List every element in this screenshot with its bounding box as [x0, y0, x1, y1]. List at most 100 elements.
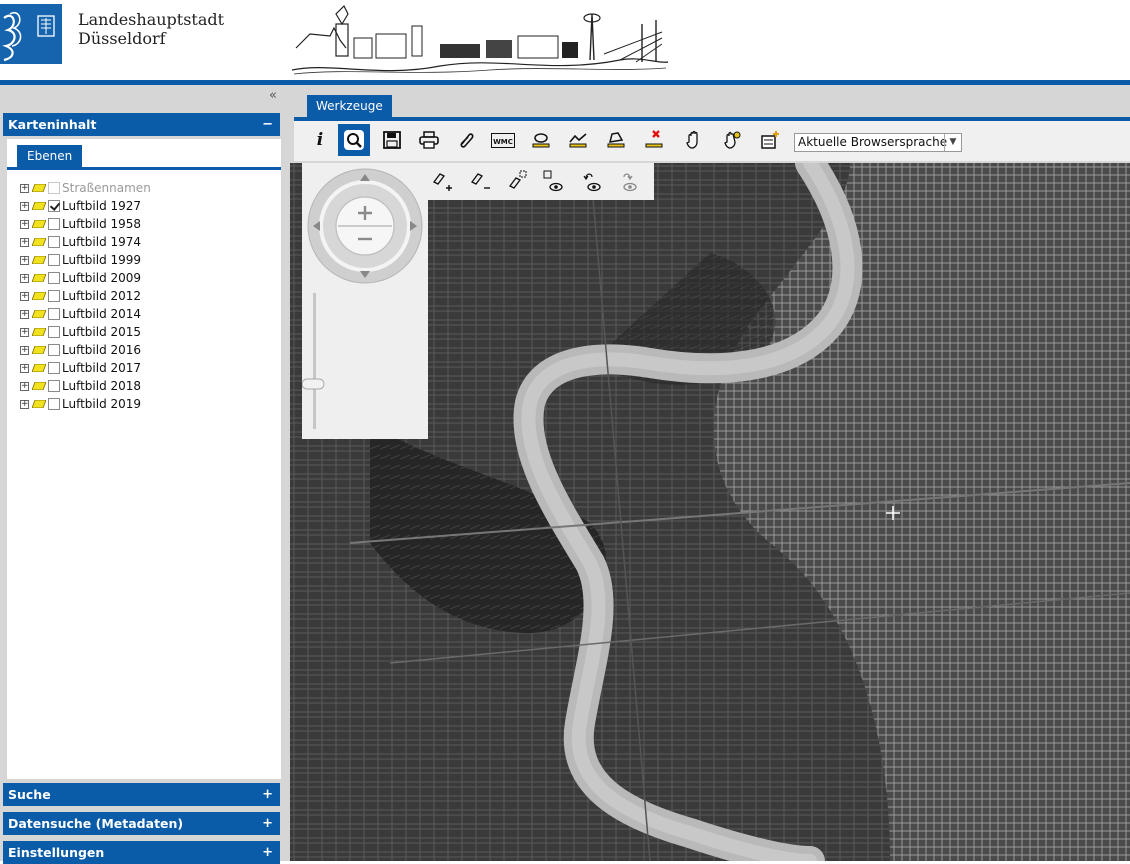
layer-label: Luftbild 2017 — [62, 361, 142, 375]
save-button[interactable] — [376, 124, 408, 156]
layer-label: Luftbild 1999 — [62, 253, 142, 267]
clear-measure-button[interactable] — [638, 124, 670, 156]
layer-checkbox[interactable] — [48, 218, 60, 230]
wmc-button[interactable]: WMC — [487, 124, 519, 156]
panel-title-datensuche: Datensuche (Metadaten) — [8, 816, 184, 831]
layer-row[interactable]: + Straßennamen — [20, 179, 151, 197]
layer-row[interactable]: + Luftbild 2015 — [20, 323, 151, 341]
expand-plus-icon[interactable]: + — [20, 345, 29, 355]
expand-plus-icon[interactable]: + — [20, 291, 29, 301]
measure-line-button[interactable] — [562, 124, 594, 156]
zoom-tool-button[interactable] — [338, 124, 370, 156]
layer-checkbox[interactable] — [48, 344, 60, 356]
panel-header-karteninhalt[interactable]: Karteninhalt − — [3, 113, 280, 136]
pan-tool-button[interactable] — [678, 124, 710, 156]
zoom-slider-handle[interactable] — [301, 378, 325, 390]
move-vertex-icon[interactable] — [504, 168, 532, 196]
layer-row[interactable]: + Luftbild 2018 — [20, 377, 151, 395]
hand-icon — [686, 130, 698, 149]
layer-label: Luftbild 2015 — [62, 325, 142, 339]
wmc-label: WMC — [493, 137, 513, 146]
layer-icon — [32, 400, 46, 408]
layer-checkbox[interactable] — [48, 254, 60, 266]
layer-row[interactable]: + Luftbild 1974 — [20, 233, 151, 251]
expand-plus-icon[interactable]: + — [262, 783, 273, 806]
tab-underline — [7, 167, 281, 170]
expand-plus-icon[interactable]: + — [20, 237, 29, 247]
expand-plus-icon[interactable]: + — [20, 327, 29, 337]
undo-eye-icon[interactable] — [578, 168, 606, 196]
layer-icon — [32, 382, 46, 390]
layer-row[interactable]: + Luftbild 1958 — [20, 215, 151, 233]
measure-polygon-button[interactable] — [600, 124, 632, 156]
tab-ebenen[interactable]: Ebenen — [17, 145, 83, 167]
link-button[interactable] — [450, 124, 482, 156]
layer-label: Luftbild 1927 — [62, 199, 142, 213]
panel-title-einstellungen: Einstellungen — [8, 845, 105, 860]
info-tool-button[interactable]: i — [304, 124, 336, 156]
layer-icon — [32, 202, 46, 210]
layer-icon — [32, 346, 46, 354]
select-eye-icon[interactable] — [540, 168, 568, 196]
expand-plus-icon[interactable]: + — [20, 363, 29, 373]
layer-row[interactable]: + Luftbild 2009 — [20, 269, 151, 287]
magnifier-icon — [344, 130, 364, 150]
coat-of-arms-icon — [2, 11, 55, 62]
layer-checkbox[interactable] — [48, 236, 60, 248]
layer-row[interactable]: + Luftbild 2014 — [20, 305, 151, 323]
expand-plus-icon[interactable]: + — [20, 273, 29, 283]
layer-icon — [32, 328, 46, 336]
hand-gear-icon — [724, 131, 741, 149]
collapse-minus-icon[interactable]: − — [262, 113, 273, 136]
city-name-line1: Landeshauptstadt — [78, 10, 225, 29]
print-button[interactable] — [413, 124, 445, 156]
expand-plus-icon[interactable]: + — [20, 381, 29, 391]
panel-header-suche[interactable]: Suche + — [3, 783, 280, 806]
layer-label: Straßennamen — [62, 181, 151, 195]
layer-checkbox[interactable] — [48, 182, 60, 194]
layer-checkbox[interactable] — [48, 308, 60, 320]
layer-checkbox[interactable] — [48, 326, 60, 338]
layer-checkbox[interactable] — [48, 398, 60, 410]
layer-label: Luftbild 2009 — [62, 271, 142, 285]
layer-checkbox[interactable] — [48, 290, 60, 302]
expand-plus-icon[interactable]: + — [262, 812, 273, 835]
layer-icon — [32, 220, 46, 228]
expand-plus-icon[interactable]: + — [20, 309, 29, 319]
redo-eye-icon[interactable] — [614, 168, 642, 196]
language-select-value: Aktuelle Browsersprache — [798, 135, 948, 149]
tab-werkzeuge[interactable]: Werkzeuge — [307, 95, 392, 117]
pan-settings-button[interactable] — [716, 124, 748, 156]
layer-checkbox[interactable] — [48, 362, 60, 374]
expand-plus-icon[interactable]: + — [20, 183, 29, 193]
layer-row[interactable]: + Luftbild 2016 — [20, 341, 151, 359]
layer-checkbox[interactable] — [48, 272, 60, 284]
panel-header-datensuche[interactable]: Datensuche (Metadaten) + — [3, 812, 280, 835]
measure-area-button[interactable] — [525, 124, 557, 156]
expand-plus-icon[interactable]: + — [20, 255, 29, 265]
expand-plus-icon[interactable]: + — [20, 219, 29, 229]
panel-title-karteninhalt: Karteninhalt — [8, 117, 97, 132]
expand-plus-icon[interactable]: + — [20, 201, 29, 211]
layer-row[interactable]: + Luftbild 2019 — [20, 395, 151, 413]
expand-plus-icon[interactable]: + — [20, 399, 29, 409]
add-note-button[interactable] — [754, 124, 786, 156]
layer-row[interactable]: + Luftbild 1999 — [20, 251, 151, 269]
printer-icon — [419, 131, 439, 149]
layer-row[interactable]: + Luftbild 2012 — [20, 287, 151, 305]
city-logo[interactable] — [0, 4, 62, 64]
zoom-slider-track[interactable] — [313, 293, 316, 429]
layer-label: Luftbild 2012 — [62, 289, 142, 303]
remove-vertex-icon[interactable] — [466, 168, 494, 196]
add-vertex-icon[interactable] — [428, 168, 456, 196]
layer-label: Luftbild 2018 — [62, 379, 142, 393]
layer-checkbox[interactable] — [48, 200, 60, 212]
chevron-down-icon[interactable]: ▼ — [944, 134, 961, 151]
layer-row[interactable]: + Luftbild 2017 — [20, 359, 151, 377]
layer-checkbox[interactable] — [48, 380, 60, 392]
double-chevron-left-icon[interactable]: « — [266, 89, 280, 103]
language-select[interactable]: Aktuelle Browsersprache ▼ — [794, 133, 962, 152]
city-name: Landeshauptstadt Düsseldorf — [78, 10, 224, 48]
layer-row[interactable]: + Luftbild 1927 — [20, 197, 151, 215]
layer-tree: + Straßennamen + Luftbild 1927 + Luftbild 195… — [20, 179, 151, 413]
